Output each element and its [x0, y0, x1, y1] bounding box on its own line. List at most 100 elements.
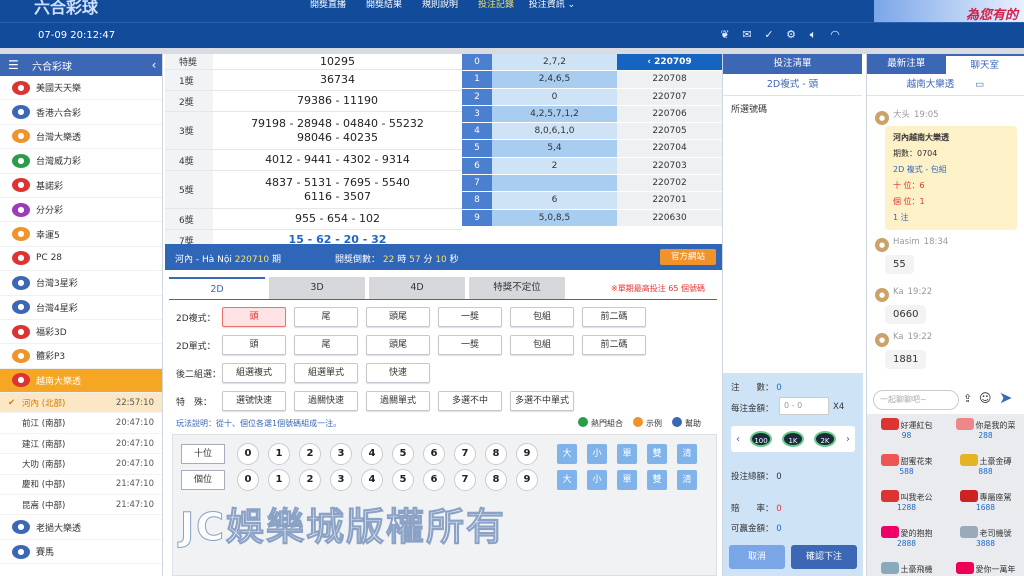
sidebar-item-game[interactable]: ● 台灣大樂透: [0, 125, 162, 150]
chevron-right-icon[interactable]: ›: [846, 434, 850, 445]
bet-option-button[interactable]: 一獎: [438, 335, 502, 355]
bet-option-button[interactable]: 選號快速: [222, 391, 286, 411]
tab-bet-type[interactable]: 4D: [369, 277, 465, 299]
official-site-button[interactable]: 官方網站: [660, 249, 716, 265]
gift-item[interactable]: 你是我的菜 288: [946, 414, 1024, 450]
gear-icon[interactable]: ⚙: [784, 28, 798, 42]
sidebar-item-game[interactable]: ● 美國天天樂: [0, 76, 162, 101]
number-ball[interactable]: 1: [268, 443, 290, 465]
sidebar-subitem[interactable]: 大叻 (南部) 20:47:10: [0, 454, 162, 475]
gift-item[interactable]: 愛你一萬年8888: [946, 558, 1024, 576]
menu-icon[interactable]: ☰: [8, 58, 24, 72]
sidebar-item-game[interactable]: ● PC 28: [0, 247, 162, 272]
nav-item[interactable]: 投注記錄: [468, 0, 524, 10]
bet-option-button[interactable]: 前二碼: [582, 307, 646, 327]
number-ball[interactable]: 8: [485, 443, 507, 465]
bet-option-button[interactable]: 尾: [294, 335, 358, 355]
bet-chip[interactable]: 2K: [814, 431, 836, 447]
number-ball[interactable]: 6: [423, 443, 445, 465]
history-period[interactable]: ‹ 220709: [617, 54, 722, 71]
sidebar-item-game[interactable]: ● 台灣4星彩: [0, 296, 162, 320]
share-icon[interactable]: ⇪: [963, 392, 972, 405]
number-ball[interactable]: 5: [392, 443, 414, 465]
cancel-button[interactable]: 取消: [729, 545, 785, 569]
gift-icon[interactable]: ❦: [718, 28, 732, 42]
sidebar-item-game[interactable]: ● 基諾彩: [0, 174, 162, 198]
number-ball[interactable]: 5: [392, 469, 414, 491]
number-ball[interactable]: 9: [516, 443, 538, 465]
tab-bet-type[interactable]: 特獎不定位: [469, 277, 565, 299]
gift-item[interactable]: 老司機號 3888: [946, 522, 1024, 558]
gift-item[interactable]: 專屬座駕 1688: [946, 486, 1024, 522]
sidebar-item-game[interactable]: ● 台灣3星彩: [0, 271, 162, 296]
sidebar-item-game[interactable]: ● 體彩P3: [0, 344, 162, 369]
sidebar-subitem[interactable]: 昆嵩 (中部) 21:47:10: [0, 495, 162, 516]
nav-item[interactable]: 開獎直播: [300, 0, 356, 10]
check-icon[interactable]: ✓: [762, 28, 776, 42]
sidebar-subitem[interactable]: 建江 (南部) 20:47:10: [0, 434, 162, 455]
shared-bet-card[interactable]: 河內越南大樂透 期數：0704 2D 複式 - 包組十 位：6 個 位：1 1 注: [885, 126, 1017, 230]
sidebar-item-game[interactable]: ● 福彩3D: [0, 320, 162, 345]
bet-chip[interactable]: 1K: [782, 431, 804, 447]
number-ball[interactable]: 3: [330, 443, 352, 465]
tv-icon[interactable]: ▭: [975, 79, 984, 90]
quick-select-button[interactable]: 清: [677, 470, 697, 490]
mail-icon[interactable]: ✉: [740, 28, 754, 42]
avatar[interactable]: ●: [875, 238, 889, 252]
number-ball[interactable]: 6: [423, 469, 445, 491]
help-link[interactable]: 示例: [633, 417, 662, 429]
gift-item[interactable]: 好運紅包 98: [867, 414, 946, 450]
gift-item[interactable]: 甜蜜花束 588: [867, 450, 946, 486]
bet-option-button[interactable]: 尾: [294, 307, 358, 327]
avatar[interactable]: ●: [875, 111, 889, 125]
gift-item[interactable]: 愛的抱抱 2888: [867, 522, 946, 558]
nav-item[interactable]: 開獎結果: [356, 0, 412, 10]
number-ball[interactable]: 4: [361, 469, 383, 491]
quick-select-button[interactable]: 小: [587, 470, 607, 490]
number-ball[interactable]: 7: [454, 469, 476, 491]
sidebar-subitem[interactable]: ✔ 河內 (北部) 22:57:10: [0, 393, 162, 414]
app-logo[interactable]: 六合彩球: [34, 0, 98, 18]
tab-bet-type[interactable]: 3D: [269, 277, 365, 299]
quick-select-button[interactable]: 清: [677, 444, 697, 464]
quick-select-button[interactable]: 雙: [647, 470, 667, 490]
number-ball[interactable]: 3: [330, 469, 352, 491]
number-ball[interactable]: 4: [361, 443, 383, 465]
quick-select-button[interactable]: 大: [557, 444, 577, 464]
quick-select-button[interactable]: 單: [617, 444, 637, 464]
gift-item[interactable]: 土豪飛機5888: [867, 558, 946, 576]
sidebar-subitem[interactable]: 前江 (南部) 20:47:10: [0, 413, 162, 434]
send-icon[interactable]: ➤: [999, 388, 1012, 407]
bet-option-button[interactable]: 頭尾: [366, 335, 430, 355]
gift-item[interactable]: 叫我老公 1288: [867, 486, 946, 522]
number-ball[interactable]: 7: [454, 443, 476, 465]
bet-option-button[interactable]: 過關快速: [294, 391, 358, 411]
sidebar-item-game[interactable]: ● 幸運5: [0, 222, 162, 247]
help-link[interactable]: 熱門組合: [578, 417, 623, 429]
bet-option-button[interactable]: 一獎: [438, 307, 502, 327]
bet-chip[interactable]: 100: [750, 431, 772, 447]
bet-option-button[interactable]: 頭: [222, 307, 286, 327]
volume-icon[interactable]: 🔈︎: [806, 28, 820, 42]
number-ball[interactable]: 2: [299, 443, 321, 465]
sidebar-item-game[interactable]: ● 賽馬: [0, 540, 162, 565]
number-ball[interactable]: 9: [516, 469, 538, 491]
avatar[interactable]: ●: [875, 333, 889, 347]
bet-option-button[interactable]: 過關單式: [366, 391, 430, 411]
gift-item[interactable]: 土豪金磚 888: [946, 450, 1024, 486]
tab-chat-room[interactable]: 聊天室: [945, 54, 1024, 74]
bet-option-button[interactable]: 前二碼: [582, 335, 646, 355]
bet-option-button[interactable]: 快速: [366, 363, 430, 383]
number-ball[interactable]: 0: [237, 469, 259, 491]
sidebar-item-game[interactable]: ● 台灣威力彩: [0, 149, 162, 174]
number-ball[interactable]: 1: [268, 469, 290, 491]
number-ball[interactable]: 0: [237, 443, 259, 465]
wifi-icon[interactable]: ◠: [828, 28, 842, 42]
tab-bet-type[interactable]: 2D: [169, 277, 265, 299]
quick-select-button[interactable]: 單: [617, 470, 637, 490]
confirm-bet-button[interactable]: 確認下注: [791, 545, 857, 569]
emoji-icon[interactable]: ☺: [979, 391, 992, 405]
bet-option-button[interactable]: 組選複式: [222, 363, 286, 383]
bet-option-button[interactable]: 包組: [510, 335, 574, 355]
avatar[interactable]: ●: [875, 288, 889, 302]
